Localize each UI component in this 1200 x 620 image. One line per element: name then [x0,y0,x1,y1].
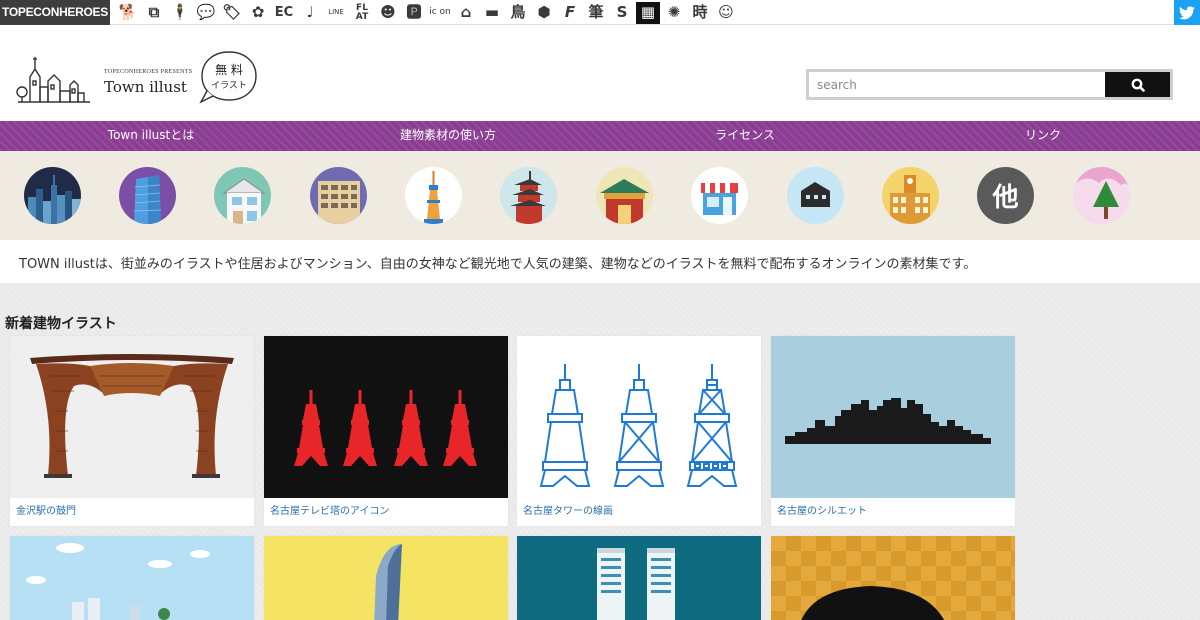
card-thumbnail [771,536,1015,620]
line-icon[interactable]: LINE [324,2,348,24]
nav-license[interactable]: ライセンス [715,121,775,151]
shop-icon [691,167,748,224]
pagoda-icon [500,167,557,224]
illust-card[interactable]: 名古屋のシルエット [771,336,1015,526]
badge-line1: 無 料 [215,63,243,77]
grid-icon[interactable]: ▦ [636,1,660,24]
illust-card[interactable] [771,536,1015,620]
nav-about[interactable]: Town illustとは [108,121,194,151]
category-city-skyline[interactable] [24,167,81,224]
illust-card[interactable]: 金沢駅の鼓門 [10,336,254,526]
other-icon: 他 [992,183,1019,213]
f-icon[interactable]: F [558,2,582,24]
category-shop[interactable] [691,167,748,224]
twitter-icon[interactable] [1174,0,1200,25]
shrine-icon [596,167,653,224]
category-strip: 他 [0,151,1200,240]
card-thumbnail [771,336,1015,498]
music-note-icon[interactable]: ♩ [298,2,322,24]
house-icon [214,167,271,224]
dog-icon[interactable]: 🐕 [116,2,140,24]
card-caption[interactable]: 名古屋のシルエット [771,498,1015,526]
search-button[interactable] [1105,72,1170,97]
site-description: TOWN illustは、街並みのイラストや住居およびマンション、自由の女神など… [19,257,977,272]
nav-links[interactable]: リンク [1025,121,1061,151]
free-illust-badge: 無 料 イラスト [199,49,259,105]
card-caption[interactable]: 名古屋タワーの線画 [517,498,761,526]
site-header: TOPECONHEROES PRESENTS Town illust 無 料 イ… [0,25,1200,121]
presents-text: TOPECONHEROES PRESENTS [104,69,193,75]
card-thumbnail [264,336,508,498]
badge-line2: イラスト [211,81,247,91]
s-icon[interactable]: S [610,2,634,24]
illust-card[interactable] [517,536,761,620]
face-icon[interactable]: ☺ [714,2,738,24]
card-caption[interactable]: 名古屋テレビ塔のアイコン [264,498,508,526]
time-kanji-icon[interactable]: 時 [688,2,712,24]
apartment-icon [310,167,367,224]
card-thumbnail [10,336,254,498]
illust-card[interactable] [10,536,254,620]
warehouse-icon [787,167,844,224]
site-logo-text[interactable]: TOPECONHEROES PRESENTS Town illust [104,69,192,96]
tree-icon [1073,167,1130,224]
category-tower[interactable] [405,167,462,224]
burst-icon[interactable]: ✺ [662,2,686,24]
person-icon[interactable]: 🕴 [168,2,192,24]
site-name: Town illust [104,78,187,96]
icon-on-icon[interactable]: ic on [428,2,452,24]
card-caption[interactable]: 金沢駅の鼓門 [10,498,254,526]
smiley-icon[interactable]: ☻ [376,2,400,24]
nav-usage[interactable]: 建物素材の使い方 [400,121,496,151]
copy-icon[interactable]: ⧉ [142,2,166,24]
town-icon[interactable]: ⌂ [454,2,478,24]
search-input[interactable] [809,72,1105,97]
school-icon [882,167,939,224]
card-thumbnail [517,536,761,620]
illust-card[interactable]: 名古屋タワーの線画 [517,336,761,526]
skyscraper-icon [119,167,176,224]
card-thumbnail [517,336,761,498]
brush-kanji-icon[interactable]: 筆 [584,2,608,24]
flat-icon[interactable]: FL AT [350,2,374,24]
category-house[interactable] [214,167,271,224]
network-bar: TOPECONHEROES 🐕 ⧉ 🕴 💬 🏷 ✿ EC ♩ LINE FL A… [0,0,1200,25]
flower-icon[interactable]: ✿ [246,2,270,24]
main-nav: Town illustとは 建物素材の使い方 ライセンス リンク [0,121,1200,151]
skyline-icon [24,167,81,224]
bird-kanji-icon[interactable]: 鳥 [506,2,530,24]
site-logo[interactable] [16,47,96,111]
tag-icon[interactable]: 🏷 [220,2,244,24]
hexagon-icon[interactable]: ⬢ [532,2,556,24]
intro-band: TOWN illustは、街並みのイラストや住居およびマンション、自由の女神など… [0,240,1200,283]
section-title: 新着建物イラスト [5,316,117,332]
category-warehouse[interactable] [787,167,844,224]
category-school[interactable] [882,167,939,224]
card-thumbnail [10,536,254,620]
tower-icon [405,167,462,224]
category-skyscraper[interactable] [119,167,176,224]
network-brand-link[interactable]: TOPECONHEROES [0,0,110,25]
illust-card[interactable] [264,536,508,620]
category-shrine[interactable] [596,167,653,224]
search-box [806,69,1173,100]
speech-bubble-icon[interactable]: 💬 [194,2,218,24]
category-apartment[interactable] [310,167,367,224]
card-thumbnail [264,536,508,620]
category-other[interactable]: 他 [977,167,1034,224]
category-temple[interactable] [500,167,557,224]
illust-card[interactable]: 名古屋テレビ塔のアイコン [264,336,508,526]
ec-icon[interactable]: EC [272,2,296,24]
parking-icon[interactable]: 🅿 [402,2,426,24]
network-icons: 🐕 ⧉ 🕴 💬 🏷 ✿ EC ♩ LINE FL AT ☻ 🅿 ic on ⌂ … [116,0,738,25]
bed-icon[interactable]: ▬ [480,2,504,24]
main-content: 新着建物イラスト 金沢駅の鼓門 名古屋テレビ塔のアイコン 名古屋タワーの線画 名… [0,283,1200,620]
search-icon [1131,78,1145,92]
category-nature[interactable] [1073,167,1130,224]
